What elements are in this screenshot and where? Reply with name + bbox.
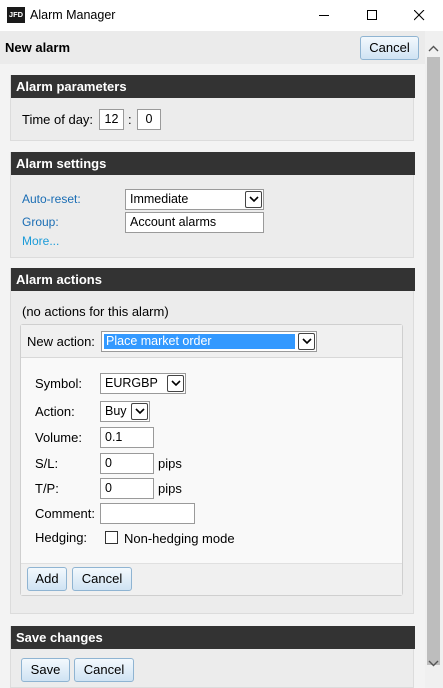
symbol-value: EURGBP [105,376,158,390]
time-of-day-label: Time of day: [22,112,94,127]
new-action-label: New action: [27,334,95,349]
action-select[interactable]: Buy [100,401,150,422]
tp-unit: pips [158,481,182,496]
volume-input[interactable]: 0.1 [100,427,154,448]
save-cancel-button[interactable]: Cancel [74,658,134,682]
window-title: Alarm Manager [30,8,116,22]
symbol-select[interactable]: EURGBP [100,373,186,394]
auto-reset-value: Immediate [130,192,189,206]
scroll-up-icon[interactable] [428,45,439,52]
new-action-select[interactable]: Place market order [101,331,317,352]
tp-input[interactable]: 0 [100,478,154,499]
no-actions-text: (no actions for this alarm) [22,304,169,319]
header-cancel-button[interactable]: Cancel [360,36,419,60]
alarm-parameters-section: Alarm parameters Time of day: 12 : 0 [10,75,415,141]
close-button[interactable] [396,0,442,31]
chevron-down-icon [167,375,184,392]
new-action-value: Place market order [104,334,295,349]
auto-reset-label: Auto-reset: [22,192,81,206]
new-action-panel: New action: Place market order Symbol: E… [20,324,403,596]
comment-input[interactable] [100,503,195,524]
symbol-label: Symbol: [35,376,82,391]
sl-input[interactable]: 0 [100,453,154,474]
tp-label: T/P: [35,481,59,496]
window-titlebar: JFD Alarm Manager [0,0,443,31]
group-label: Group: [22,215,59,229]
scroll-down-icon[interactable] [428,660,439,667]
vertical-scrollbar[interactable] [425,31,443,688]
save-button[interactable]: Save [21,658,70,682]
alarm-settings-heading: Alarm settings [11,152,415,175]
chevron-down-icon [131,403,148,420]
action-value: Buy [105,404,127,418]
sl-unit: pips [158,456,182,471]
hedging-label: Hedging: [35,530,88,545]
page-header: New alarm Cancel [0,31,425,64]
non-hedging-label[interactable]: Non-hedging mode [124,531,235,546]
auto-reset-select[interactable]: Immediate [125,189,264,210]
alarm-parameters-heading: Alarm parameters [11,75,415,98]
maximize-icon [367,10,377,20]
app-logo: JFD [7,7,25,23]
time-separator: : [128,112,132,127]
more-link[interactable]: More... [22,234,59,248]
comment-label: Comment: [35,506,95,521]
group-input[interactable]: Account alarms [125,212,264,233]
close-icon [414,10,425,21]
save-changes-heading: Save changes [11,626,415,649]
save-changes-section: Save changes Save Cancel [10,626,415,688]
alarm-actions-heading: Alarm actions [11,268,415,291]
add-action-button[interactable]: Add [27,567,67,591]
action-label: Action: [35,404,75,419]
chevron-down-icon [298,333,315,350]
sl-label: S/L: [35,456,59,471]
chevron-down-icon [245,191,262,208]
volume-label: Volume: [35,430,82,445]
non-hedging-checkbox[interactable] [105,531,118,544]
minute-input[interactable]: 0 [137,109,161,130]
hour-input[interactable]: 12 [99,109,124,130]
scroll-thumb[interactable] [427,57,440,665]
minimize-button[interactable] [301,0,347,31]
new-action-header: New action: Place market order [21,325,402,358]
minimize-icon [319,15,329,16]
maximize-button[interactable] [349,0,395,31]
alarm-settings-section: Alarm settings Auto-reset: Immediate Gro… [10,152,415,258]
page-title: New alarm [5,40,71,55]
new-action-footer: Add Cancel [21,563,402,595]
cancel-action-button[interactable]: Cancel [72,567,132,591]
